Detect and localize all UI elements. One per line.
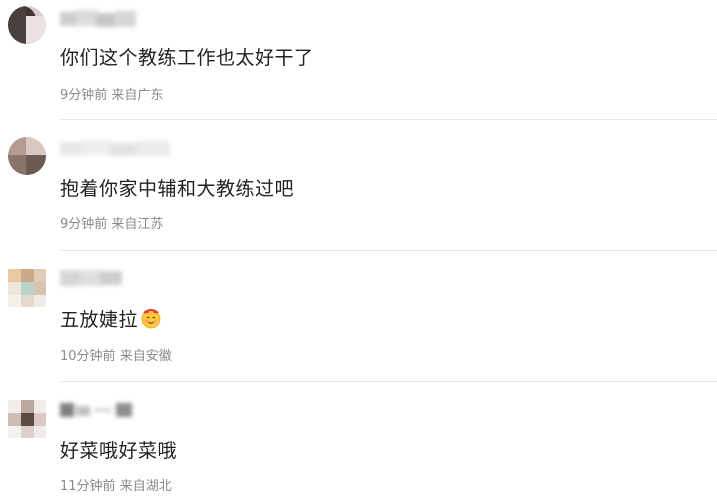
comment-time: 10分钟前	[60, 349, 116, 364]
comment-location: 来自江苏	[111, 217, 164, 232]
comment-text-label: 五放婕拉	[60, 309, 139, 331]
comment-text: 你们这个教练工作也太好干了	[60, 47, 314, 69]
comment-text: 抱着你家中辅和大教练过吧	[60, 178, 295, 200]
divider	[60, 250, 717, 251]
avatar[interactable]	[8, 400, 46, 438]
comment-location: 来自安徽	[119, 349, 172, 364]
comment-meta: 10分钟前 来自安徽	[60, 345, 172, 364]
comment-time: 9分钟前	[60, 88, 108, 103]
comment-meta: 9分钟前 来自江苏	[60, 213, 163, 232]
username-blurred[interactable]	[60, 137, 180, 159]
avatar[interactable]	[8, 269, 46, 307]
divider	[60, 381, 717, 382]
smiling-face-with-hearts-emoji	[140, 307, 162, 334]
comment-meta: 9分钟前 来自广东	[60, 84, 163, 103]
username-blurred[interactable]	[60, 8, 140, 30]
username-blurred[interactable]	[60, 398, 140, 420]
username-blurred[interactable]	[60, 267, 126, 289]
comment-meta: 11分钟前 来自湖北	[60, 475, 172, 494]
avatar[interactable]	[8, 6, 46, 44]
avatar[interactable]	[8, 137, 46, 175]
comment-time: 9分钟前	[60, 217, 108, 232]
comment-location: 来自湖北	[119, 479, 172, 494]
comment-text: 五放婕拉	[60, 305, 162, 334]
divider	[60, 119, 717, 120]
comment-location: 来自广东	[111, 88, 164, 103]
comment-text: 好菜哦好菜哦	[60, 440, 178, 462]
comment-time: 11分钟前	[60, 479, 116, 494]
